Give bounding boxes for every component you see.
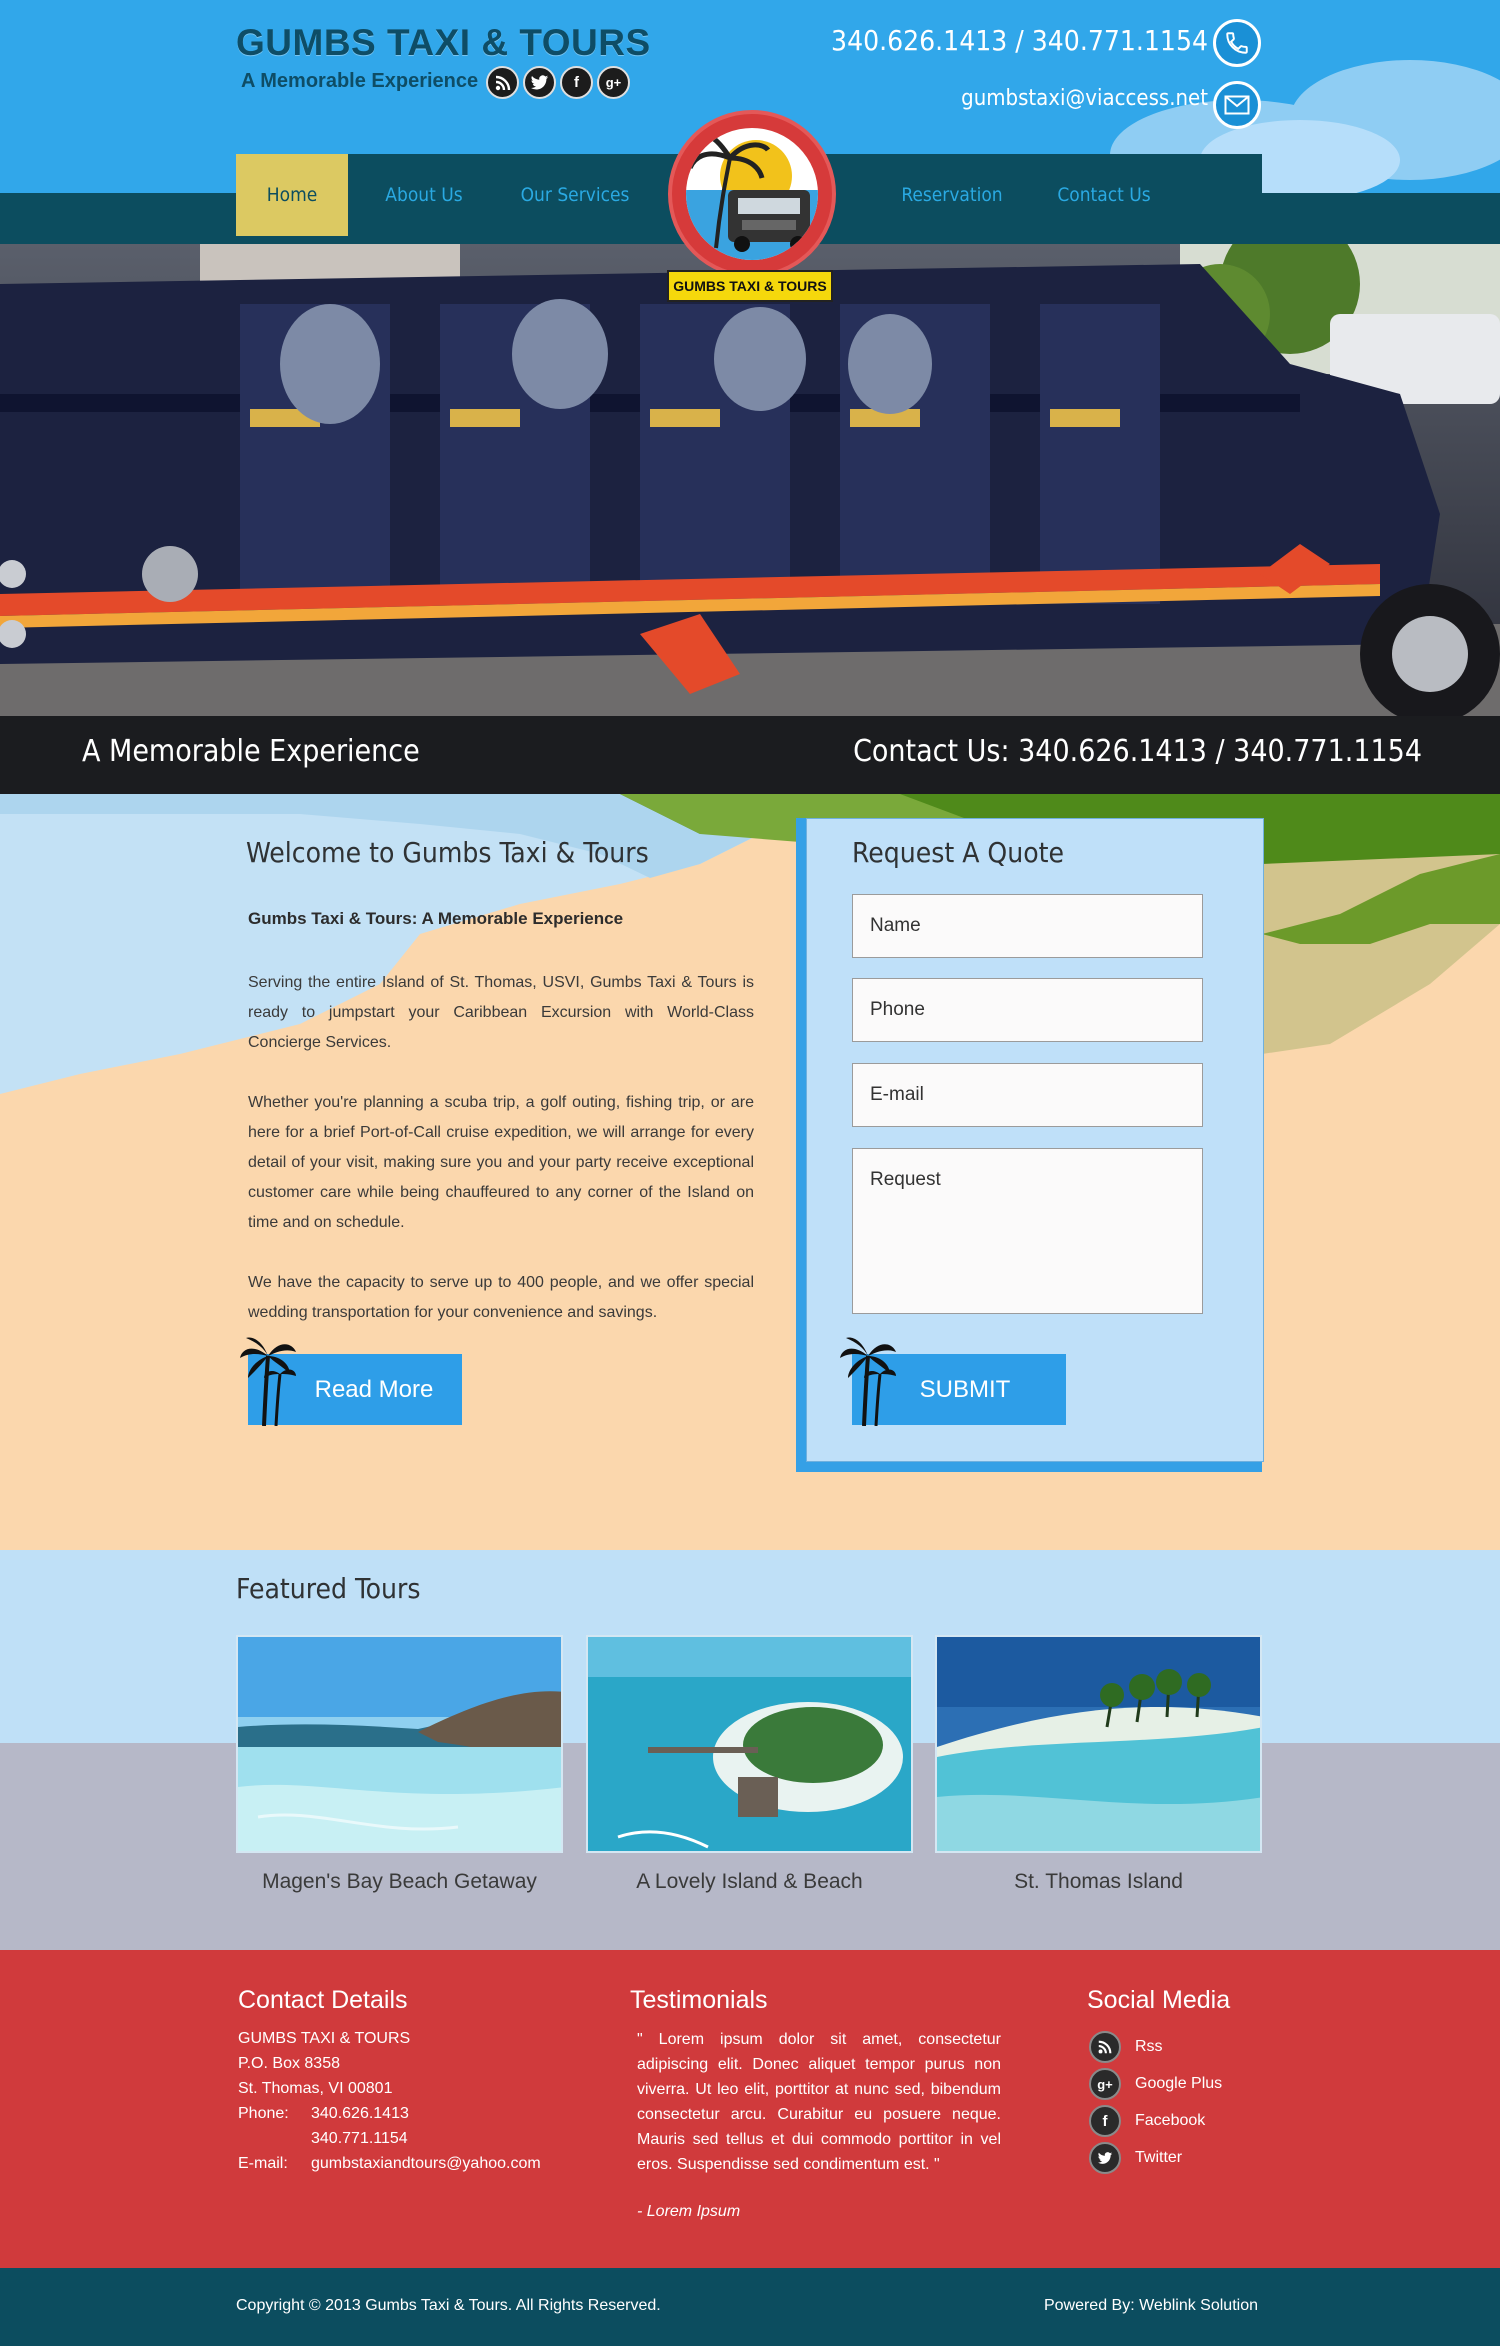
- nav-our-services[interactable]: Our Services: [500, 154, 650, 236]
- footer-phone-2[interactable]: 340.771.1154: [311, 2130, 408, 2148]
- welcome-subtitle: Gumbs Taxi & Tours: A Memorable Experien…: [248, 909, 624, 928]
- social-link-twitter[interactable]: Twitter: [1089, 2142, 1182, 2174]
- social-link-google-plus[interactable]: g+ Google Plus: [1089, 2068, 1222, 2100]
- footer-phone-1[interactable]: 340.626.1413: [311, 2105, 409, 2123]
- rss-icon[interactable]: [486, 66, 519, 99]
- social-label: Rss: [1135, 2038, 1163, 2055]
- rss-icon: [1089, 2031, 1121, 2063]
- google-plus-icon[interactable]: g+: [597, 66, 630, 99]
- hero-tagline: A Memorable Experience: [82, 734, 420, 769]
- island-photo: [588, 1637, 911, 1851]
- welcome-paragraph: Serving the entire Island of St. Thomas,…: [248, 974, 754, 1051]
- nav-about-us[interactable]: About Us: [364, 154, 484, 236]
- taxi-emblem-icon: [686, 132, 818, 260]
- facebook-icon[interactable]: f: [560, 66, 593, 99]
- tour-image-st-thomas[interactable]: [935, 1635, 1262, 1853]
- testimonial-author: - Lorem Ipsum: [637, 2203, 741, 2220]
- social-label: Facebook: [1135, 2112, 1206, 2129]
- tour-label[interactable]: A Lovely Island & Beach: [586, 1870, 913, 1894]
- footer-bottom-bar: [0, 2268, 1500, 2346]
- header-email[interactable]: gumbstaxi@viaccess.net: [961, 86, 1208, 111]
- footer-email-link[interactable]: gumbstaxiandtours@yahoo.com: [311, 2155, 541, 2173]
- twitter-icon[interactable]: [523, 66, 556, 99]
- copyright-text: Copyright © 2013 Gumbs Taxi & Tours. All…: [236, 2297, 661, 2314]
- testimonials-heading: Testimonials: [630, 1986, 768, 2014]
- hero-image: [0, 244, 1500, 716]
- hero-taxi-illustration: [0, 244, 1500, 716]
- footer-email-label: E-mail:: [238, 2155, 288, 2172]
- hero-contact: Contact Us: 340.626.1413 / 340.771.1154: [853, 734, 1422, 769]
- nav-home[interactable]: Home: [236, 154, 348, 236]
- welcome-paragraph: We have the capacity to serve up to 400 …: [248, 1274, 754, 1321]
- palm-tree-icon: [240, 1337, 296, 1426]
- facebook-icon: f: [1089, 2105, 1121, 2137]
- footer-city: St. Thomas, VI 00801: [238, 2080, 393, 2097]
- request-textarea[interactable]: Request: [852, 1148, 1203, 1314]
- phone-field[interactable]: Phone: [852, 978, 1203, 1042]
- hero-caption-bar: A Memorable Experience Contact Us: 340.6…: [0, 716, 1500, 794]
- featured-title: Featured Tours: [236, 1572, 421, 1605]
- name-field[interactable]: Name: [852, 894, 1203, 958]
- tour-label[interactable]: Magen's Bay Beach Getaway: [236, 1870, 563, 1894]
- powered-by-link[interactable]: Powered By: Weblink Solution: [1044, 2297, 1258, 2315]
- logo-badge-label: GUMBS TAXI & TOURS: [667, 270, 833, 302]
- logo-badge-emblem: [686, 128, 818, 260]
- header-phone[interactable]: 340.626.1413 / 340.771.1154: [831, 24, 1208, 57]
- social-link-facebook[interactable]: f Facebook: [1089, 2105, 1205, 2137]
- social-media-heading: Social Media: [1087, 1986, 1231, 2014]
- beach-photo: [238, 1637, 561, 1851]
- social-link-rss[interactable]: Rss: [1089, 2031, 1163, 2063]
- footer-po-box: P.O. Box 8358: [238, 2055, 340, 2072]
- logo-badge[interactable]: [668, 110, 836, 278]
- tour-image-magens-bay[interactable]: [236, 1635, 563, 1853]
- header-social-icons: f g+: [486, 66, 630, 99]
- social-label: Twitter: [1135, 2149, 1183, 2166]
- twitter-icon: [1089, 2142, 1121, 2174]
- tour-image-lovely-island[interactable]: [586, 1635, 913, 1853]
- welcome-title: Welcome to Gumbs Taxi & Tours: [246, 836, 649, 869]
- phone-icon: [1213, 19, 1261, 67]
- footer-phone-label: Phone:: [238, 2105, 289, 2122]
- social-label: Google Plus: [1135, 2075, 1223, 2092]
- site-logo-title[interactable]: GUMBS TAXI & TOURS: [236, 22, 651, 64]
- quote-title: Request A Quote: [852, 836, 1065, 869]
- footer-company: GUMBS TAXI & TOURS: [238, 2030, 411, 2047]
- palm-tree-icon: [840, 1337, 896, 1426]
- tour-label[interactable]: St. Thomas Island: [935, 1870, 1262, 1894]
- mail-icon: [1213, 81, 1261, 129]
- google-plus-icon: g+: [1089, 2068, 1121, 2100]
- contact-details-heading: Contact Details: [238, 1986, 408, 2014]
- testimonial-quote: " Lorem ipsum dolor sit amet, consectetu…: [637, 2031, 1001, 2173]
- nav-contact-us[interactable]: Contact Us: [1036, 154, 1172, 236]
- welcome-paragraph: Whether you're planning a scuba trip, a …: [248, 1094, 754, 1231]
- nav-reservation[interactable]: Reservation: [884, 154, 1020, 236]
- email-field[interactable]: E-mail: [852, 1063, 1203, 1127]
- ocean-photo: [937, 1637, 1260, 1851]
- site-tagline: A Memorable Experience: [241, 70, 479, 92]
